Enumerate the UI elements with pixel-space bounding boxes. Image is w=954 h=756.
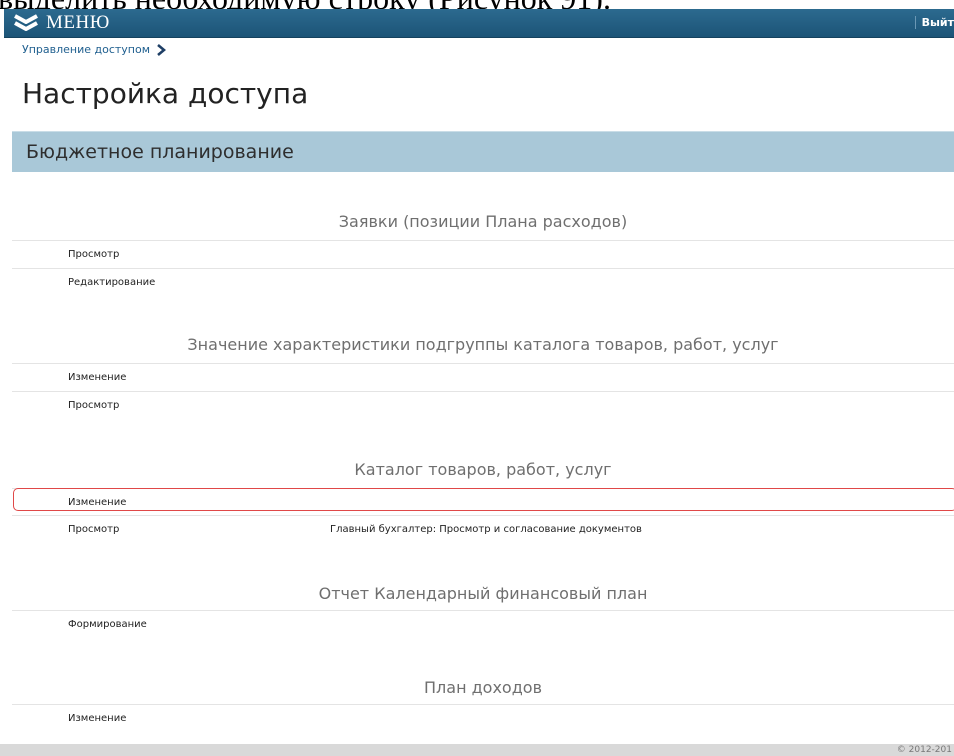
chevron-right-icon — [157, 43, 167, 56]
menu-label: МЕНЮ — [46, 12, 110, 33]
permission-name: Редактирование — [68, 277, 156, 288]
table-row[interactable]: Просмотр Главный бухгалтер: Просмотр и с… — [12, 515, 954, 544]
top-bar: МЕНЮ Выйт — [4, 9, 954, 38]
breadcrumb: Управление доступом — [22, 43, 167, 56]
copyright-text: © 2012-201 — [896, 745, 952, 755]
permission-name: Формирование — [68, 619, 147, 630]
table-row[interactable]: Редактирование — [12, 268, 954, 297]
permission-name: Просмотр — [68, 524, 120, 535]
table-row[interactable]: Изменение — [12, 704, 954, 733]
double-chevron-down-icon — [14, 14, 38, 31]
logout-link[interactable]: Выйт — [914, 16, 954, 29]
footer: © 2012-201 — [0, 744, 954, 756]
breadcrumb-link[interactable]: Управление доступом — [22, 43, 150, 56]
menu-button[interactable]: МЕНЮ — [12, 11, 110, 35]
page-title: Настройка доступа — [22, 77, 309, 110]
selection-highlight — [13, 488, 954, 511]
group-title: Заявки (позиции Плана расходов) — [338, 212, 628, 231]
table-row[interactable]: Изменение — [12, 363, 954, 392]
permission-name: Изменение — [68, 372, 127, 383]
group-title: Значение характеристики подгруппы катало… — [187, 335, 779, 354]
group-title: План доходов — [424, 678, 542, 697]
permission-name: Просмотр — [68, 249, 120, 260]
table-row[interactable]: Формирование — [12, 610, 954, 639]
role-name: Главный бухгалтер: Просмотр и согласован… — [330, 524, 642, 535]
section-title: Бюджетное планирование — [26, 141, 294, 163]
section-header[interactable]: Бюджетное планирование — [12, 131, 954, 172]
table-row[interactable]: Просмотр — [12, 240, 954, 269]
group-title: Каталог товаров, работ, услуг — [354, 460, 612, 479]
group-title: Отчет Календарный финансовый план — [318, 584, 648, 603]
permission-name: Изменение — [68, 713, 127, 724]
permission-name: Просмотр — [68, 400, 120, 411]
table-row[interactable]: Просмотр — [12, 391, 954, 420]
